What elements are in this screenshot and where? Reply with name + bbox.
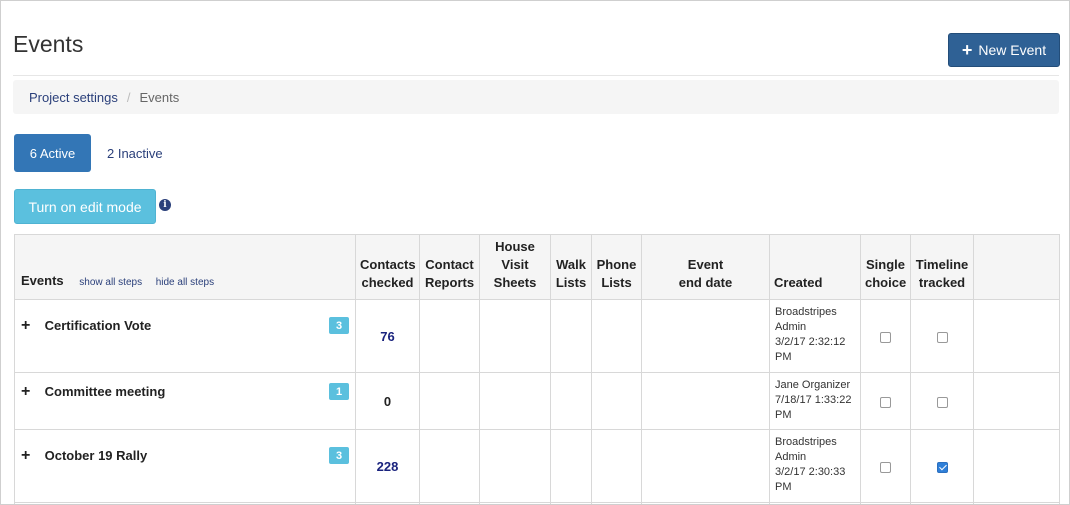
walk-lists-cell bbox=[550, 429, 592, 503]
edit-mode-button[interactable]: Turn on edit mode bbox=[14, 189, 156, 224]
steps-count-badge: 3 bbox=[329, 317, 349, 334]
contacts-checked-value: 0 bbox=[383, 393, 392, 409]
new-event-label: New Event bbox=[978, 42, 1047, 58]
contact-reports-cell bbox=[419, 372, 480, 430]
house-visit-cell bbox=[479, 372, 551, 430]
col-timeline-tracked: Timeline tracked bbox=[910, 234, 974, 300]
tab-inactive-events[interactable]: 2 Inactive bbox=[107, 146, 163, 161]
single-choice-checkbox[interactable] bbox=[880, 331, 891, 343]
event-name: October 19 Rally bbox=[44, 448, 148, 463]
table-row: + Committee meeting 1 0 Jane Organizer 7… bbox=[14, 372, 1060, 430]
created-cell: Broadstripes Admin 3/2/17 2:32:12 PM bbox=[769, 299, 861, 373]
page-title: Events bbox=[13, 31, 84, 57]
event-name: Committee meeting bbox=[44, 384, 166, 399]
col-events-label: Events bbox=[21, 273, 64, 288]
contacts-checked-cell: 76 bbox=[355, 299, 420, 373]
steps-count-badge: 3 bbox=[329, 447, 349, 464]
table-row: + October 19 Rally 3 228 Broadstripes Ad… bbox=[14, 429, 1060, 503]
event-name-cell: + October 19 Rally 3 bbox=[14, 429, 356, 503]
col-event-end-date: Event end date bbox=[641, 234, 770, 300]
actions-cell bbox=[973, 299, 1060, 373]
events-page: Events + New Event Project settings / Ev… bbox=[0, 0, 1070, 505]
col-created: Created bbox=[769, 234, 861, 300]
tab-active-events[interactable]: 6 Active bbox=[14, 134, 91, 172]
col-walk-lists: Walk Lists bbox=[550, 234, 592, 300]
status-tabs: 6 Active 2 Inactive bbox=[14, 134, 163, 172]
contacts-checked-cell: 0 bbox=[355, 372, 420, 430]
col-single-choice: Single choice bbox=[860, 234, 911, 300]
created-cell: Jane Organizer 7/18/17 1:33:22 PM bbox=[769, 372, 861, 430]
table-row: + Certification Vote 3 76 Broadstripes A… bbox=[14, 299, 1060, 373]
event-end-date-cell bbox=[641, 299, 770, 373]
house-visit-cell bbox=[479, 299, 551, 373]
col-actions bbox=[973, 234, 1060, 300]
breadcrumb-project-settings[interactable]: Project settings bbox=[29, 90, 118, 105]
info-icon[interactable]: i bbox=[159, 199, 171, 211]
timeline-tracked-cell bbox=[910, 299, 974, 373]
plus-icon[interactable]: + bbox=[21, 447, 35, 465]
walk-lists-cell bbox=[550, 372, 592, 430]
show-all-steps-link[interactable]: show all steps bbox=[79, 277, 142, 288]
timeline-tracked-checkbox[interactable] bbox=[936, 461, 948, 473]
plus-icon: + bbox=[961, 40, 973, 60]
contact-reports-cell bbox=[419, 429, 480, 503]
created-cell: Broadstripes Admin 3/2/17 2:30:33 PM bbox=[769, 429, 861, 503]
event-end-date-cell bbox=[641, 429, 770, 503]
actions-cell bbox=[973, 429, 1060, 503]
events-table: Events show all steps hide all steps Con… bbox=[14, 234, 1060, 504]
contacts-checked-link[interactable]: 228 bbox=[377, 459, 399, 474]
event-name-cell: + Certification Vote 3 bbox=[14, 299, 356, 373]
walk-lists-cell bbox=[550, 299, 592, 373]
divider bbox=[13, 75, 1059, 76]
new-event-button[interactable]: + New Event bbox=[948, 33, 1060, 67]
timeline-tracked-checkbox[interactable] bbox=[936, 396, 948, 408]
house-visit-cell bbox=[479, 429, 551, 503]
event-name: Certification Vote bbox=[44, 318, 152, 333]
contacts-checked-cell: 228 bbox=[355, 429, 420, 503]
single-choice-cell bbox=[860, 299, 911, 373]
table-header-row: Events show all steps hide all steps Con… bbox=[14, 234, 1060, 300]
timeline-tracked-cell bbox=[910, 372, 974, 430]
col-events: Events show all steps hide all steps bbox=[14, 234, 356, 300]
timeline-tracked-checkbox[interactable] bbox=[936, 331, 948, 343]
breadcrumb-current: Events bbox=[139, 89, 180, 105]
breadcrumb: Project settings / Events bbox=[13, 80, 1059, 114]
hide-all-steps-link[interactable]: hide all steps bbox=[156, 277, 214, 288]
col-contacts-checked: Contacts checked bbox=[355, 234, 420, 300]
single-choice-checkbox[interactable] bbox=[880, 396, 891, 408]
breadcrumb-separator: / bbox=[126, 89, 131, 105]
col-phone-lists: Phone Lists bbox=[591, 234, 642, 300]
single-choice-cell bbox=[860, 372, 911, 430]
phone-lists-cell bbox=[591, 372, 642, 430]
timeline-tracked-cell bbox=[910, 429, 974, 503]
plus-icon[interactable]: + bbox=[21, 383, 35, 401]
event-end-date-cell bbox=[641, 372, 770, 430]
col-contact-reports: Contact Reports bbox=[419, 234, 480, 300]
phone-lists-cell bbox=[591, 429, 642, 503]
plus-icon[interactable]: + bbox=[21, 317, 35, 335]
single-choice-cell bbox=[860, 429, 911, 503]
contact-reports-cell bbox=[419, 299, 480, 373]
steps-count-badge: 1 bbox=[329, 383, 349, 400]
phone-lists-cell bbox=[591, 299, 642, 373]
event-name-cell: + Committee meeting 1 bbox=[14, 372, 356, 430]
contacts-checked-link[interactable]: 76 bbox=[380, 329, 394, 344]
single-choice-checkbox[interactable] bbox=[880, 461, 891, 473]
actions-cell bbox=[973, 372, 1060, 430]
col-house-visit-sheets: House Visit Sheets bbox=[479, 234, 551, 300]
